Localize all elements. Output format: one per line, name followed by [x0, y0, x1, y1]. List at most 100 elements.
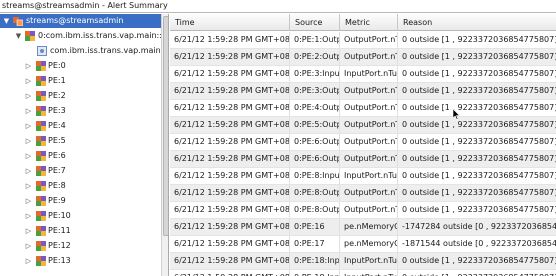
- table-row[interactable]: 6/21/12 1:59:28 PM GMT+08:000:PE:5:Outpu…: [170, 117, 556, 134]
- table-row[interactable]: 6/21/12 1:59:28 PM GMT+08:000:PE:6:Outpu…: [170, 151, 556, 168]
- expand-chevron-icon[interactable]: ▷: [24, 74, 33, 88]
- cell-metric: InputPort.nTuplesProcessed: [340, 253, 398, 269]
- expand-chevron-icon[interactable]: ▷: [24, 89, 33, 103]
- table-row[interactable]: 6/21/12 1:59:28 PM GMT+08:000:PE:4:Outpu…: [170, 100, 556, 117]
- cell-source: 0:PE:18:Input[1(0)]: [290, 253, 340, 269]
- table-row[interactable]: 6/21/12 1:59:28 PM GMT+08:000:PE:3:Input…: [170, 66, 556, 83]
- tree-item-label: PE:10: [48, 211, 71, 220]
- table-row[interactable]: 6/21/12 1:59:28 PM GMT+08:000:PE:8:Input…: [170, 168, 556, 185]
- expand-chevron-icon[interactable]: ▷: [24, 119, 33, 133]
- tree-item-pe-1[interactable]: ▷ PE:1: [0, 74, 161, 88]
- tree-item-pe-10[interactable]: ▷ PE:10: [0, 209, 161, 223]
- table-row[interactable]: 6/21/12 1:59:28 PM GMT+08:000:PE:8:Outpu…: [170, 185, 556, 202]
- tree-item-pe-4[interactable]: ▷ PE:4: [0, 119, 161, 133]
- column-header-time[interactable]: Time: [170, 14, 290, 31]
- expand-chevron-icon[interactable]: ▷: [24, 179, 33, 193]
- tree-composite-label: com.ibm.iss.trans.vap.main::Main: [50, 46, 161, 55]
- collapse-chevron-icon[interactable]: ▼: [14, 29, 23, 43]
- table-row[interactable]: 6/21/12 1:59:28 PM GMT+08:000:PE:3:Outpu…: [170, 83, 556, 100]
- tree-item-pe-2[interactable]: ▷ PE:2: [0, 89, 161, 103]
- cell-reason: 0 outside [1 , 9223372036854775807]: [402, 35, 556, 44]
- expand-chevron-icon[interactable]: ▷: [24, 194, 33, 208]
- cell-source: 0:PE:8:Output[0]: [290, 185, 340, 201]
- cell-reason: 0 outside [1 , 9223372036854775807]: [402, 120, 556, 129]
- expand-chevron-icon[interactable]: ▷: [24, 164, 33, 178]
- table-row[interactable]: 6/21/12 1:59:28 PM GMT+08:000:PE:18:Inpu…: [170, 270, 556, 276]
- expand-chevron-icon[interactable]: ▷: [24, 59, 33, 73]
- cell-metric: InputPort.nTuplesProcessed: [340, 168, 398, 184]
- cell-source: 0:PE:3:Output[0]: [290, 83, 340, 99]
- pe-icon: [36, 106, 46, 116]
- cell-source: 0:PE:1:Output[0]: [290, 32, 340, 48]
- pe-icon: [36, 226, 46, 236]
- expand-chevron-icon[interactable]: ▷: [24, 134, 33, 148]
- tree-item-label: PE:13: [48, 256, 71, 265]
- cell-metric: OutputPort.nTuplesSubmitted: [340, 134, 398, 150]
- collapse-chevron-icon[interactable]: ▼: [2, 14, 11, 28]
- pe-icon: [36, 181, 46, 191]
- cell-source: 0:PE:6:Output[1]: [290, 151, 340, 167]
- tree-scrollbar[interactable]: [161, 14, 168, 276]
- cell-reason: 0 outside [1 , 9223372036854775807]: [402, 188, 556, 197]
- expand-chevron-icon[interactable]: ▷: [24, 209, 33, 223]
- cell-reason: 0 outside [1 , 9223372036854775807]: [402, 171, 556, 180]
- expand-chevron-icon[interactable]: ▷: [24, 254, 33, 268]
- cell-reason: 0 outside [1 , 9223372036854775807]: [402, 256, 556, 265]
- expand-chevron-icon[interactable]: ▷: [24, 149, 33, 163]
- pe-icon: [36, 241, 46, 251]
- cell-reason: 0 outside [1 , 9223372036854775807]: [402, 154, 556, 163]
- cell-time: 6/21/12 1:59:28 PM GMT+08:00: [170, 49, 290, 65]
- tree-item-pe-13[interactable]: ▷ PE:13: [0, 254, 161, 268]
- cell-metric: InputPort.nTuplesProcessed: [340, 270, 398, 276]
- tree-item-pe-9[interactable]: ▷ PE:9: [0, 194, 161, 208]
- tree-item-pe-11[interactable]: ▷ PE:11: [0, 224, 161, 238]
- table-row[interactable]: 6/21/12 1:59:28 PM GMT+08:000:PE:2:Outpu…: [170, 49, 556, 66]
- table-row[interactable]: 6/21/12 1:59:28 PM GMT+08:00 0:PE:17 pe.nM…: [170, 236, 556, 253]
- cell-reason: -1747284 outside [0 , 922337203685477580…: [402, 222, 556, 231]
- column-header-source[interactable]: Source: [290, 14, 340, 31]
- cell-source: 0:PE:2:Output[0]: [290, 49, 340, 65]
- streams-instance-icon: [13, 17, 23, 26]
- expand-chevron-icon[interactable]: ▷: [24, 224, 33, 238]
- tree-item-pe-6[interactable]: ▷ PE:6: [0, 149, 161, 163]
- table-row[interactable]: 6/21/12 1:59:28 PM GMT+08:00 0:PE:16 pe.nM…: [170, 219, 556, 236]
- column-header-metric[interactable]: Metric: [340, 14, 398, 31]
- tree-item-pe-0[interactable]: ▷ PE:0: [0, 59, 161, 73]
- window-title: streams@streamsadmin - Alert Summary: [0, 0, 556, 13]
- tree-root-node[interactable]: ▼ streams@streamsadmin: [0, 14, 161, 28]
- table-row[interactable]: 6/21/12 1:59:28 PM GMT+08:000:PE:8:Outpu…: [170, 202, 556, 219]
- table-row[interactable]: 6/21/12 1:59:28 PM GMT+08:000:PE:18:Inpu…: [170, 253, 556, 270]
- tree-item-label: PE:1: [48, 76, 66, 85]
- tree-item-pe-8[interactable]: ▷ PE:8: [0, 179, 161, 193]
- tree-item-pe-5[interactable]: ▷ PE:5: [0, 134, 161, 148]
- expand-chevron-icon[interactable]: ▷: [24, 104, 33, 118]
- cell-source: 0:PE:16: [290, 219, 340, 235]
- cell-time: 6/21/12 1:59:28 PM GMT+08:00: [170, 202, 290, 218]
- tree-scrollbar-thumb[interactable]: [163, 16, 168, 236]
- instance-tree[interactable]: ▼ streams@streamsadmin ▼ 0:com.ibm.iss.t…: [0, 14, 169, 276]
- table-row[interactable]: 6/21/12 1:59:28 PM GMT+08:000:PE:1:Outpu…: [170, 32, 556, 49]
- tree-job-node[interactable]: ▼ 0:com.ibm.iss.trans.vap.main::Main: [0, 29, 161, 43]
- table-row[interactable]: 6/21/12 1:59:28 PM GMT+08:000:PE:6:Outpu…: [170, 134, 556, 151]
- pe-icon: [36, 166, 46, 176]
- cell-time: 6/21/12 1:59:28 PM GMT+08:00: [170, 66, 290, 82]
- expand-chevron-icon[interactable]: ▷: [24, 239, 33, 253]
- pe-icon: [36, 91, 46, 101]
- pe-icon: [36, 121, 46, 131]
- column-header-reason[interactable]: Reason: [398, 14, 556, 31]
- tree-item-pe-7[interactable]: ▷ PE:7: [0, 164, 161, 178]
- cell-metric: OutputPort.nTuplesSubmitted: [340, 117, 398, 133]
- job-icon: [25, 31, 35, 41]
- cell-time: 6/21/12 1:59:28 PM GMT+08:00: [170, 151, 290, 167]
- cell-reason: 0 outside [1 , 9223372036854775807]: [398, 270, 556, 276]
- tree-composite-node[interactable]: com.ibm.iss.trans.vap.main::Main: [0, 44, 161, 58]
- pe-icon: [36, 61, 46, 71]
- tree-item-label: PE:6: [48, 151, 66, 160]
- cell-source: 0:PE:8:Input[1(0)]: [290, 168, 340, 184]
- cell-time: 6/21/12 1:59:28 PM GMT+08:00: [170, 168, 290, 184]
- cell-source: 0:PE:18:Input[2(0)]: [290, 270, 340, 276]
- tree-item-label: PE:5: [48, 136, 66, 145]
- tree-item-pe-12[interactable]: ▷ PE:12: [0, 239, 161, 253]
- tree-item-pe-3[interactable]: ▷ PE:3: [0, 104, 161, 118]
- alert-table[interactable]: Time Source Metric Reason 6/21/12 1:59:2…: [170, 14, 556, 276]
